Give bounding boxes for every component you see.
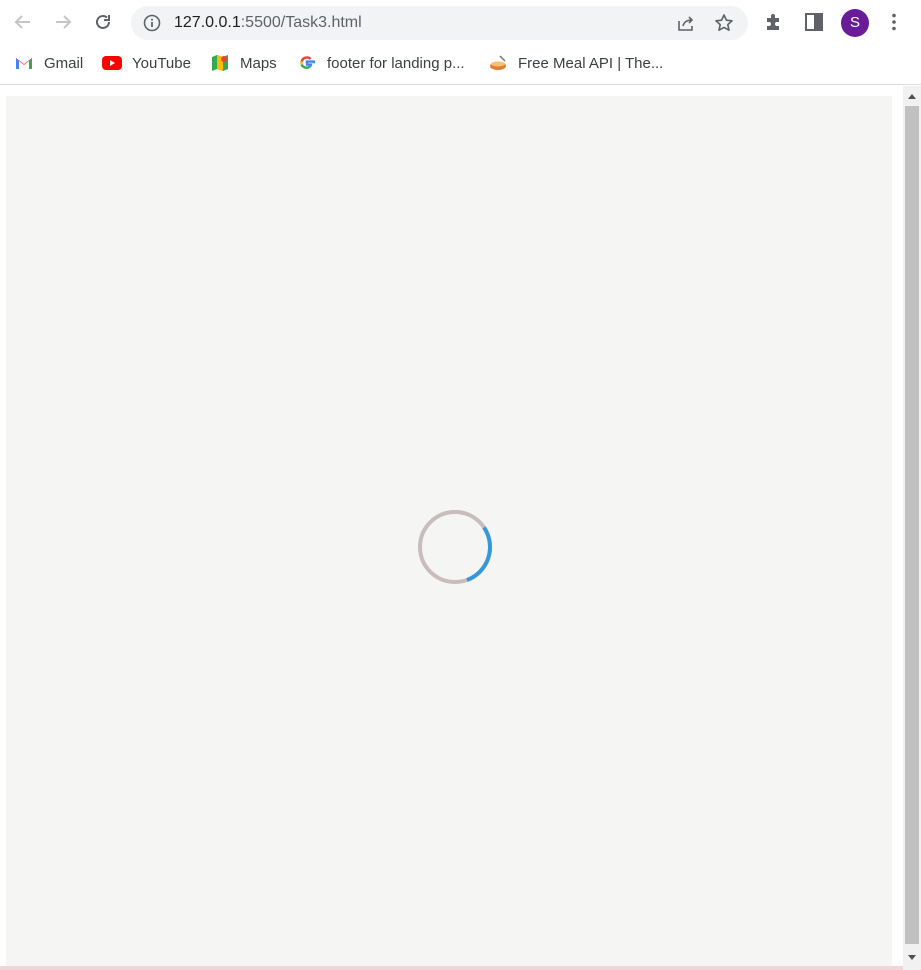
bookmark-maps[interactable]: Maps [210,52,277,74]
loading-spinner-icon [418,510,492,584]
bookmark-label: footer for landing p... [327,54,465,72]
browser-toolbar: 127.0.0.1:5500/Task3.html S [0,0,921,44]
youtube-icon [102,56,122,70]
bookmark-free-meal-api[interactable]: Free Meal API | The... [488,52,663,74]
bookmark-label: Free Meal API | The... [518,54,664,72]
meal-icon [490,55,506,70]
scroll-up-arrow-icon[interactable] [907,92,917,100]
bookmark-gmail[interactable]: Gmail [14,52,83,74]
more-menu-icon[interactable] [884,12,904,32]
bookmarks-bar: Gmail YouTube Maps footer for landing p.… [0,44,921,85]
bookmark-footer[interactable]: footer for landing p... [297,52,465,74]
scrollbar-thumb[interactable] [905,106,919,944]
extensions-icon[interactable] [763,11,785,33]
page-bottom-edge [0,966,903,970]
reload-icon [96,14,110,29]
google-icon [300,56,316,69]
page-body [6,96,892,970]
side-panel-icon[interactable] [804,12,824,32]
page-viewport [0,86,903,970]
arrow-right-icon [56,15,72,29]
maps-icon [212,55,228,71]
bookmark-label: Maps [240,54,277,72]
forward-button[interactable] [51,10,75,34]
profile-avatar[interactable]: S [841,9,869,37]
bookmark-label: YouTube [132,54,191,72]
share-icon[interactable] [676,13,696,33]
bookmark-youtube[interactable]: YouTube [102,52,191,74]
star-icon[interactable] [714,13,734,33]
vertical-scrollbar[interactable] [903,86,921,970]
url-path: :5500/Task3.html [240,14,362,31]
gmail-icon [16,58,32,69]
info-icon[interactable] [143,14,161,32]
bookmark-label: Gmail [44,54,84,72]
scroll-down-arrow-icon[interactable] [907,954,917,962]
reload-button[interactable] [91,10,115,34]
arrow-left-icon [14,15,30,29]
url-text[interactable]: 127.0.0.1:5500/Task3.html [174,14,362,32]
address-bar[interactable]: 127.0.0.1:5500/Task3.html [131,6,748,40]
back-button[interactable] [11,10,35,34]
url-host: 127.0.0.1 [174,14,241,31]
